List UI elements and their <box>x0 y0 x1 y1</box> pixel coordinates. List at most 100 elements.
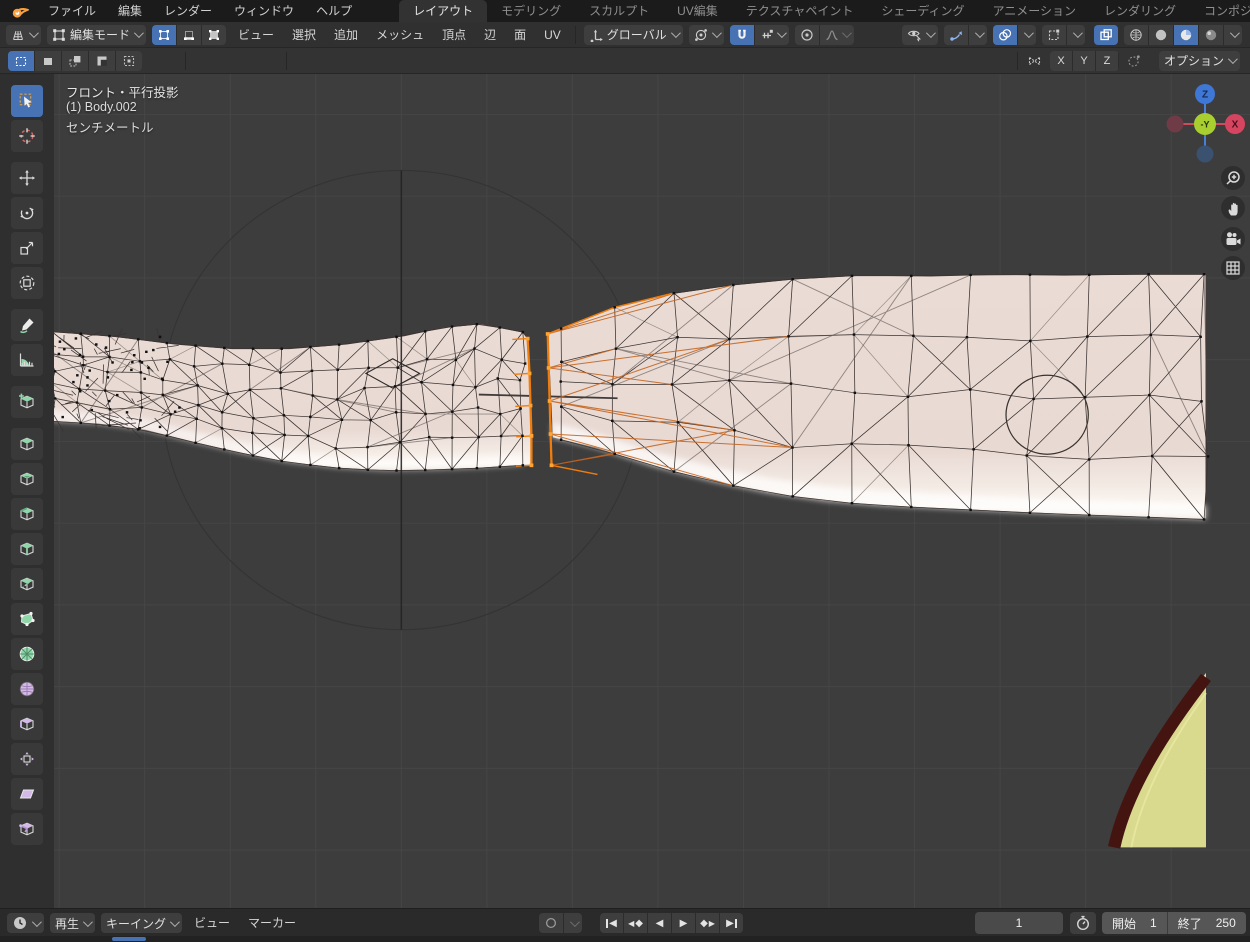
pivot-point-select[interactable] <box>689 25 724 45</box>
select-mode-set-button[interactable] <box>8 51 35 71</box>
workspace-tab-6[interactable]: アニメーション <box>979 0 1091 22</box>
tool-edge-slide[interactable] <box>11 708 43 740</box>
snap-toggle[interactable] <box>730 25 755 45</box>
playback-menu[interactable]: 再生 <box>50 913 95 933</box>
tool-extrude-region[interactable] <box>11 428 43 460</box>
overlays-dropdown[interactable] <box>1018 25 1036 45</box>
mode-select[interactable]: 編集モード <box>47 25 146 45</box>
shading-wireframe-button[interactable] <box>1124 25 1149 45</box>
pan-button[interactable] <box>1221 196 1245 220</box>
show-overlays-toggle[interactable] <box>993 25 1018 45</box>
zoom-button[interactable] <box>1221 166 1245 190</box>
frame-end-field[interactable]: 終了 250 <box>1168 915 1246 932</box>
select-mode-subtract-button[interactable] <box>89 51 116 71</box>
workspace-tab-1[interactable]: モデリング <box>487 0 575 22</box>
play-reverse-button[interactable]: ◀ <box>648 913 672 933</box>
tool-poly-build[interactable] <box>11 603 43 635</box>
tool-move[interactable] <box>11 162 43 194</box>
timeline-strip[interactable] <box>0 936 1250 942</box>
toggle-ortho-button[interactable] <box>1221 256 1245 280</box>
workspace-tab-8[interactable]: コンポジティング <box>1190 0 1250 22</box>
workspace-tab-0[interactable]: レイアウト <box>399 0 487 22</box>
tool-knife[interactable] <box>11 568 43 600</box>
editor-type-button[interactable] <box>6 25 41 45</box>
current-frame-field[interactable]: 1 <box>975 912 1063 934</box>
workspace-tab-3[interactable]: UV編集 <box>663 0 732 22</box>
tool-measure[interactable] <box>11 344 43 376</box>
shading-material-button[interactable] <box>1174 25 1199 45</box>
topbar-menu-1[interactable]: 編集 <box>107 4 153 18</box>
tool-inset-faces[interactable] <box>11 463 43 495</box>
proportional-edit-toggle[interactable] <box>795 25 820 45</box>
header-menu-0[interactable]: ビュー <box>229 22 283 48</box>
tool-transform[interactable] <box>11 267 43 299</box>
jump-to-end-button[interactable]: ▶ <box>720 913 743 933</box>
gizmo-dropdown[interactable] <box>969 25 987 45</box>
orientation-select[interactable]: グローバル <box>584 25 683 45</box>
mirror-axis-x[interactable]: X <box>1050 51 1073 71</box>
xray-toggle[interactable] <box>1094 25 1118 45</box>
snap-target-select[interactable] <box>755 25 789 45</box>
blender-logo-icon[interactable] <box>0 4 37 19</box>
mirror-axis-z[interactable]: Z <box>1096 51 1119 71</box>
tool-shrink-fatten[interactable] <box>11 743 43 775</box>
axis-neg-x-ball[interactable] <box>1167 116 1184 133</box>
workspace-tab-2[interactable]: スカルプト <box>575 0 663 22</box>
topbar-menu-0[interactable]: ファイル <box>37 4 107 18</box>
face-select-button[interactable] <box>202 25 226 45</box>
topbar-menu-3[interactable]: ウィンドウ <box>223 4 305 18</box>
shading-rendered-button[interactable] <box>1199 25 1224 45</box>
header-menu-1[interactable]: 選択 <box>283 22 325 48</box>
edge-select-button[interactable] <box>177 25 202 45</box>
select-mode-extend-button[interactable] <box>35 51 62 71</box>
xray-options-icon-button[interactable] <box>1042 25 1067 45</box>
tool-cursor[interactable] <box>11 120 43 152</box>
proportional-size-button[interactable] <box>1122 51 1146 71</box>
header-menu-4[interactable]: 頂点 <box>433 22 475 48</box>
topbar-menu-2[interactable]: レンダー <box>153 4 223 18</box>
select-mode-intersect-button[interactable] <box>116 51 142 71</box>
workspace-tab-4[interactable]: テクスチャペイント <box>732 0 868 22</box>
tool-loop-cut[interactable] <box>11 533 43 565</box>
axis-neg-z-ball[interactable] <box>1197 146 1214 163</box>
playhead[interactable] <box>112 937 146 941</box>
camera-view-button[interactable] <box>1221 227 1245 251</box>
xray-options-dropdown[interactable] <box>1067 25 1085 45</box>
select-mode-add-button[interactable] <box>62 51 89 71</box>
tool-rip-region[interactable] <box>11 813 43 845</box>
header-menu-2[interactable]: 追加 <box>325 22 367 48</box>
tool-scale[interactable] <box>11 232 43 264</box>
tool-smooth[interactable] <box>11 673 43 705</box>
topbar-menu-4[interactable]: ヘルプ <box>305 4 363 18</box>
tool-rotate[interactable] <box>11 197 43 229</box>
viewport-3d[interactable]: フロント・平行投影 (1) Body.002 センチメートル Z X -Y <box>54 74 1250 908</box>
play-button[interactable]: ▶ <box>672 913 696 933</box>
show-gizmo-toggle[interactable] <box>944 25 969 45</box>
header-menu-7[interactable]: UV <box>535 22 570 48</box>
autokey-toggle[interactable] <box>539 913 564 933</box>
shading-solid-button[interactable] <box>1149 25 1174 45</box>
autokey-dropdown[interactable] <box>564 913 582 933</box>
keying-menu[interactable]: キーイング <box>101 913 182 933</box>
tool-tweak-select[interactable] <box>11 85 43 117</box>
header-menu-3[interactable]: メッシュ <box>367 22 433 48</box>
frame-start-field[interactable]: 開始 1 <box>1102 915 1167 932</box>
next-keyframe-button[interactable]: ◆▶ <box>696 913 720 933</box>
options-dropdown[interactable]: オプション <box>1159 51 1240 71</box>
tool-annotate[interactable] <box>11 309 43 341</box>
tool-spin[interactable] <box>11 638 43 670</box>
axis-gizmo[interactable]: Z X -Y <box>1163 82 1247 166</box>
timeline-editor-type-button[interactable] <box>7 913 44 933</box>
mirror-axis-y[interactable]: Y <box>1073 51 1096 71</box>
tool-add-cube[interactable] <box>11 386 43 418</box>
timeline-view-menu[interactable]: ビュー <box>185 910 239 936</box>
use-preview-range-button[interactable] <box>1070 912 1096 934</box>
header-menu-5[interactable]: 辺 <box>475 22 505 48</box>
proportional-falloff-select[interactable] <box>820 25 854 45</box>
jump-to-start-button[interactable]: ◀ <box>600 913 624 933</box>
shading-dropdown[interactable] <box>1224 25 1242 45</box>
timeline-marker-menu[interactable]: マーカー <box>239 910 305 936</box>
workspace-tab-7[interactable]: レンダリング <box>1090 0 1190 22</box>
prev-keyframe-button[interactable]: ◀◆ <box>624 913 648 933</box>
tool-shear[interactable] <box>11 778 43 810</box>
